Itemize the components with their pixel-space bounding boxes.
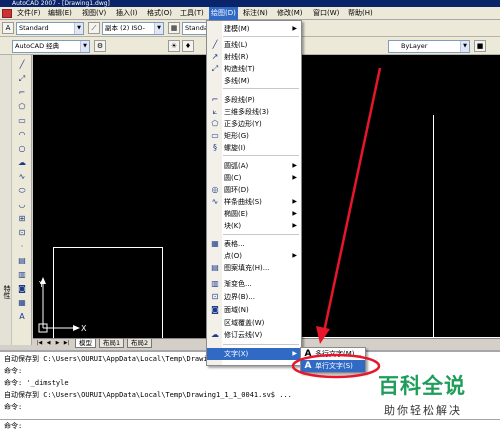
- annotation-overlay: [291, 67, 382, 379]
- annotation-arrowhead: [316, 326, 330, 344]
- watermark-subtitle: 助你轻松解决: [384, 404, 462, 417]
- watermark-title: 百科全说: [378, 374, 466, 398]
- annotation-ellipse: [291, 353, 381, 379]
- annotation-arrow: [322, 67, 382, 333]
- watermark-logo: 百科全说 助你轻松解决: [370, 368, 498, 428]
